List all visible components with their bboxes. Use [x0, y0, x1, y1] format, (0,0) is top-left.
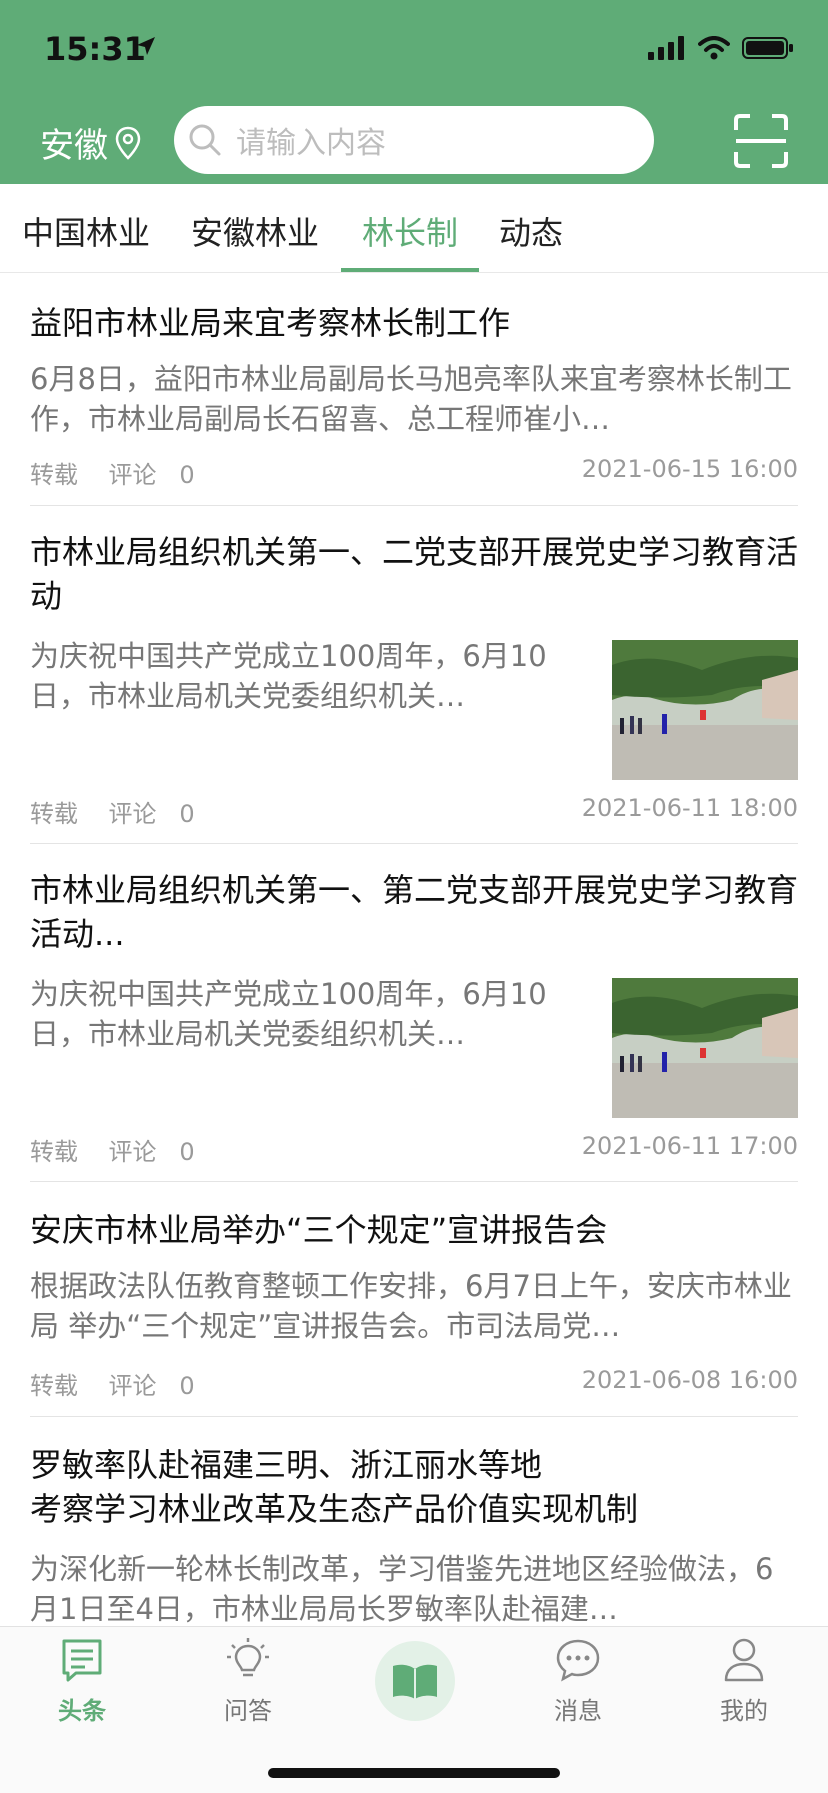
- comment-label: 评论: [108, 1372, 157, 1400]
- chat-icon: [556, 1639, 600, 1682]
- article-title: 市林业局组织机关第一、二党支部开展党史学习教育活动: [30, 533, 799, 615]
- article-title: 安庆市林业局举办“三个规定”宣讲报告会: [30, 1211, 608, 1249]
- comment-count: 0: [179, 1372, 195, 1400]
- article-item[interactable]: 市林业局组织机关第一、第二党支部开展党史学习教育活动... 为庆祝中国共产党成立…: [30, 844, 798, 1182]
- news-icon: [62, 1639, 102, 1682]
- scan-icon[interactable]: [734, 114, 788, 168]
- book-icon: [393, 1664, 437, 1699]
- nav-headlines[interactable]: 头条: [32, 1637, 132, 1726]
- category-tabs: 中国林业 安徽林业 林长制 动态: [0, 184, 828, 273]
- search-icon: [189, 124, 221, 156]
- search-input[interactable]: 请输入内容: [174, 106, 654, 174]
- article-time: 2021-06-08 16:00: [581, 1366, 798, 1394]
- article-meta: 转载 评论 0 2021-06-15 16:00: [30, 455, 798, 489]
- article-time: 2021-06-11 17:00: [581, 1132, 798, 1160]
- nav-messages[interactable]: 消息: [528, 1637, 628, 1726]
- app-header: 15:31 安徽 请输入内容: [0, 0, 828, 184]
- wifi-icon: [698, 36, 730, 60]
- nav-reading[interactable]: [375, 1641, 455, 1721]
- article-summary: 根据政法队伍教育整顿工作安排，6月7日上午，安庆市林业局 举办“三个规定”宣讲报…: [30, 1269, 792, 1343]
- nav-profile[interactable]: 我的: [694, 1637, 794, 1726]
- comment-label: 评论: [108, 461, 157, 489]
- article-time: 2021-06-15 16:00: [581, 455, 798, 483]
- article-source: 转载: [30, 461, 78, 489]
- nav-label: 我的: [720, 1697, 768, 1725]
- home-indicator[interactable]: [268, 1768, 560, 1778]
- article-item[interactable]: 安庆市林业局举办“三个规定”宣讲报告会 根据政法队伍教育整顿工作安排，6月7日上…: [30, 1182, 798, 1417]
- status-indicators: [648, 36, 794, 60]
- nav-label: 头条: [58, 1697, 106, 1725]
- tab-forest-chief[interactable]: 林长制: [362, 208, 458, 254]
- nav-label: 问答: [224, 1697, 272, 1725]
- tab-anhui-forestry[interactable]: 安徽林业: [191, 208, 319, 254]
- article-time: 2021-06-11 18:00: [581, 794, 798, 822]
- article-meta: 转载 评论 0 2021-06-11 17:00: [30, 1132, 798, 1166]
- location-pin-icon: [115, 126, 141, 160]
- article-source: 转载: [30, 800, 78, 828]
- article-thumbnail: [612, 978, 798, 1118]
- tab-china-forestry[interactable]: 中国林业: [22, 208, 150, 254]
- signal-icon: [648, 36, 684, 60]
- article-summary: 为庆祝中国共产党成立100周年，6月10日，市林业局机关党委组织机关…: [30, 639, 547, 713]
- article-source: 转载: [30, 1138, 78, 1166]
- article-source: 转载: [30, 1372, 78, 1400]
- article-item[interactable]: 罗敏率队赴福建三明、浙江丽水等地 考察学习林业改革及生态产品价值实现机制 为深化…: [30, 1417, 798, 1625]
- location-label: 安徽: [40, 126, 108, 166]
- comment-label: 评论: [108, 1138, 157, 1166]
- nav-qa[interactable]: 问答: [198, 1637, 298, 1726]
- article-meta: 转载 评论 0 2021-06-08 16:00: [30, 1366, 798, 1400]
- comment-count: 0: [179, 461, 195, 489]
- article-thumbnail: [612, 640, 798, 780]
- comment-count: 0: [179, 1138, 195, 1166]
- battery-icon: [742, 37, 793, 59]
- comment-count: 0: [179, 800, 195, 828]
- user-icon: [724, 1638, 764, 1682]
- article-item[interactable]: 益阳市林业局来宜考察林长制工作 6月8日，益阳市林业局副局长马旭亮率队来宜考察林…: [30, 273, 798, 506]
- article-summary: 为深化新一轮林长制改革，学习借鉴先进地区经验做法，6月1日至4日，市林业局局长罗…: [30, 1552, 774, 1625]
- comment-label: 评论: [108, 800, 157, 828]
- article-feed[interactable]: 益阳市林业局来宜考察林长制工作 6月8日，益阳市林业局副局长马旭亮率队来宜考察林…: [0, 273, 828, 1625]
- location-arrow-icon: [137, 37, 155, 55]
- status-time: 15:31: [44, 30, 146, 68]
- article-title: 罗敏率队赴福建三明、浙江丽水等地 考察学习林业改革及生态产品价值实现机制: [30, 1446, 639, 1528]
- article-meta: 转载 评论 0 2021-06-11 18:00: [30, 794, 798, 828]
- location-selector[interactable]: 安徽: [40, 118, 142, 167]
- nav-label: 消息: [554, 1697, 602, 1725]
- article-title: 市林业局组织机关第一、第二党支部开展党史学习教育活动...: [30, 871, 799, 953]
- article-summary: 6月8日，益阳市林业局副局长马旭亮率队来宜考察林长制工作，市林业局副局长石留喜、…: [30, 362, 792, 436]
- active-tab-indicator: [341, 268, 479, 272]
- lightbulb-icon: [227, 1638, 269, 1677]
- article-summary: 为庆祝中国共产党成立100周年，6月10日，市林业局机关党委组织机关…: [30, 977, 547, 1051]
- tab-news[interactable]: 动态: [499, 208, 563, 254]
- search-placeholder: 请输入内容: [236, 126, 386, 161]
- article-title: 益阳市林业局来宜考察林长制工作: [30, 304, 511, 342]
- article-item[interactable]: 市林业局组织机关第一、二党支部开展党史学习教育活动 为庆祝中国共产党成立100周…: [30, 506, 798, 844]
